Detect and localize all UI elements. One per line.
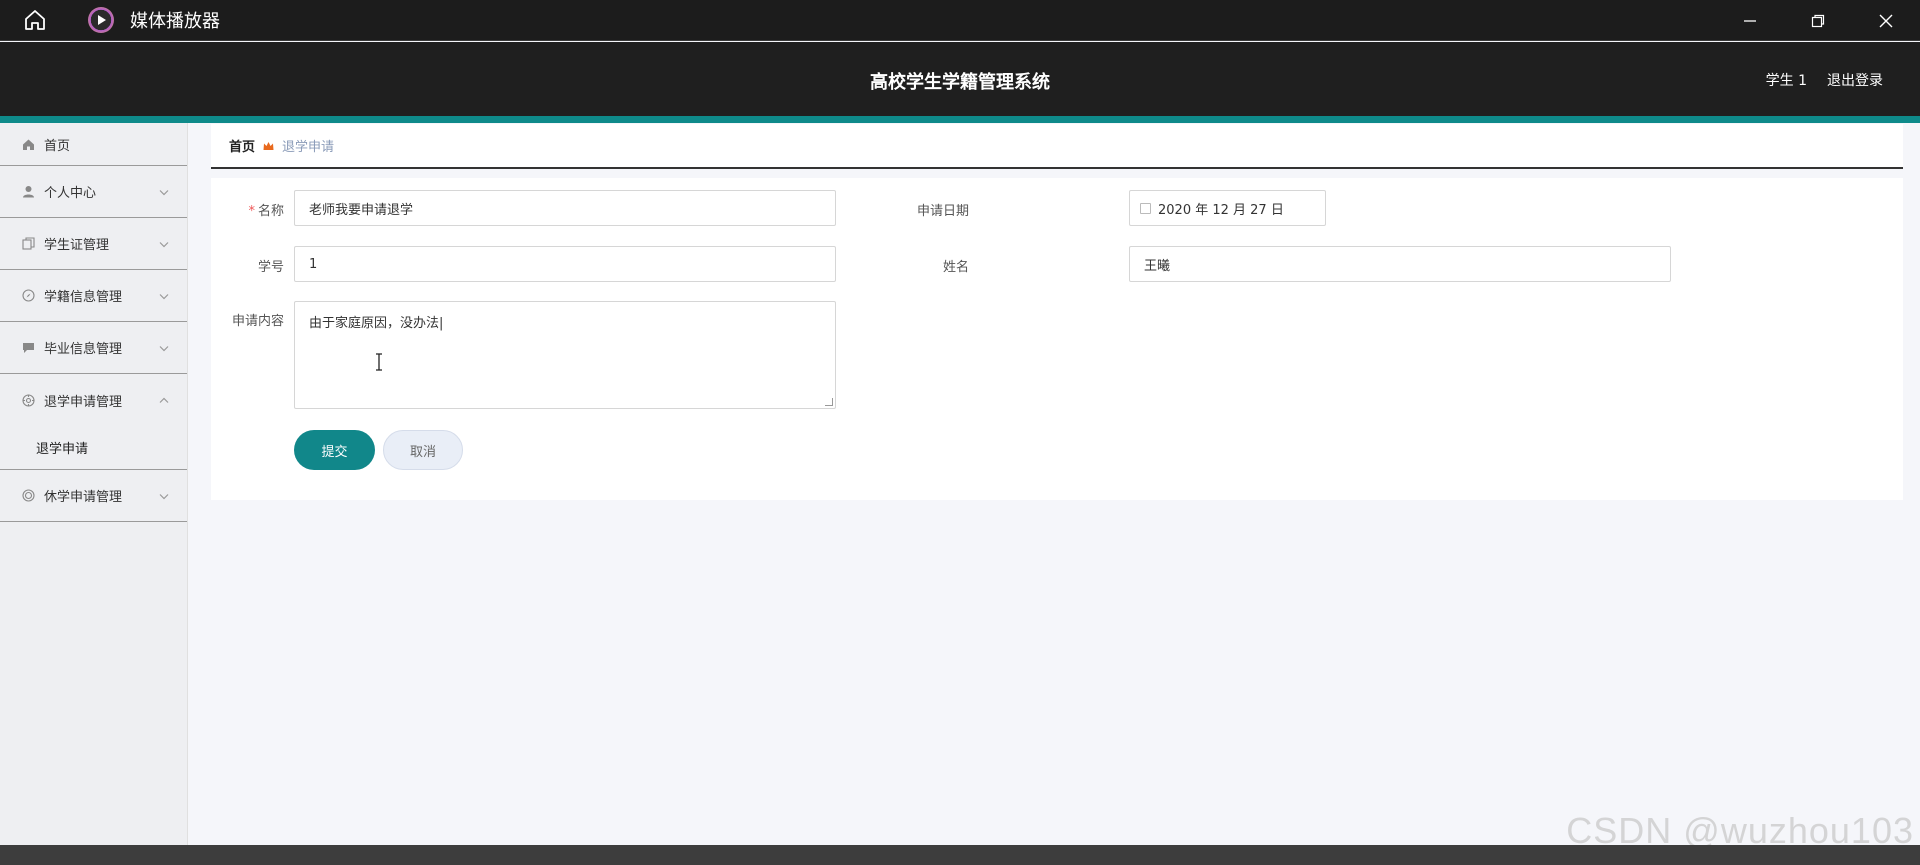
app-header: 高校学生学籍管理系统 学生 1 退出登录 [0, 42, 1920, 116]
sidebar-item-graduation[interactable]: 毕业信息管理 [0, 322, 187, 374]
logout-link[interactable]: 退出登录 [1827, 70, 1883, 90]
sidebar-item-label: 首页 [44, 138, 71, 154]
chevron-up-icon [159, 393, 169, 408]
close-icon [1879, 14, 1893, 27]
close-button[interactable] [1852, 0, 1920, 41]
sidebar-item-label: 毕业信息管理 [44, 342, 123, 357]
student-id-label: 学号 [257, 260, 284, 275]
copy-icon [22, 237, 35, 250]
minimize-icon [1744, 19, 1756, 22]
breadcrumb-home[interactable]: 首页 [229, 136, 255, 155]
sidebar-item-label: 个人中心 [44, 186, 97, 201]
system-title: 高校学生学籍管理系统 [870, 72, 1050, 93]
sidebar-item-label: 学籍信息管理 [44, 290, 123, 305]
restore-icon [1811, 14, 1825, 27]
sidebar-subitem-withdrawal[interactable]: 退学申请 [0, 426, 187, 470]
sidebar-item-enrollment[interactable]: 学籍信息管理 [0, 270, 187, 322]
compass-icon [22, 289, 35, 302]
home-button[interactable] [0, 0, 70, 41]
resize-handle[interactable] [825, 398, 833, 406]
cancel-button[interactable]: 取消 [383, 430, 463, 470]
target-icon [22, 393, 35, 407]
sidebar-item-student-card[interactable]: 学生证管理 [0, 218, 187, 270]
student-name-input[interactable]: 王曦 [1129, 246, 1671, 282]
chevron-down-icon [159, 236, 169, 251]
minimize-button[interactable] [1716, 0, 1784, 41]
submit-button[interactable]: 提交 [294, 430, 375, 470]
header-accent-line [0, 116, 1920, 123]
chevron-down-icon [159, 184, 169, 199]
breadcrumb-current: 退学申请 [282, 140, 335, 155]
circle-icon [22, 489, 35, 502]
current-user: 学生 1 [1765, 73, 1807, 89]
student-name-label: 姓名 [942, 260, 969, 275]
text-cursor-icon [376, 353, 382, 371]
breadcrumb: 首页 退学申请 [211, 124, 1903, 169]
player-bottom-bar [0, 845, 1920, 865]
sidebar-item-withdrawal-mgmt[interactable]: 退学申请管理 [0, 374, 187, 426]
chevron-down-icon [159, 340, 169, 355]
date-picker[interactable]: 2020 年 12 月 27 日 [1129, 190, 1326, 226]
sidebar-item-label: 学生证管理 [44, 238, 110, 253]
window-title: 媒体播放器 [130, 11, 220, 32]
chevron-down-icon [159, 488, 169, 503]
date-label: 申请日期 [916, 204, 969, 219]
sidebar-item-label: 退学申请管理 [44, 394, 123, 410]
chevron-down-icon [159, 288, 169, 303]
crown-icon [263, 141, 274, 151]
calendar-icon [1140, 202, 1151, 214]
content-text: 由于家庭原因，没办法| [309, 316, 444, 331]
withdrawal-form: * 名称 老师我要申请退学 申请日期 2020 年 12 月 27 日 学号 1 … [211, 178, 1903, 500]
date-value: 2020 年 12 月 27 日 [1158, 202, 1284, 218]
window-title-bar: 媒体播放器 [0, 0, 1920, 41]
content-label: 申请内容 [231, 314, 284, 329]
sidebar-item-personal[interactable]: 个人中心 [0, 166, 187, 218]
name-input[interactable]: 老师我要申请退学 [294, 190, 836, 226]
user-icon [22, 185, 35, 198]
media-player-logo-icon [88, 7, 114, 33]
restore-button[interactable] [1784, 0, 1852, 41]
sidebar-item-home[interactable]: 首页 [0, 123, 187, 166]
sidebar-item-label: 休学申请管理 [44, 490, 123, 505]
name-label: * 名称 [248, 204, 284, 219]
sidebar-item-suspension-mgmt[interactable]: 休学申请管理 [0, 470, 187, 522]
chat-icon [22, 341, 35, 354]
sidebar: 首页 个人中心 学生证管理 学籍信息管理 毕业信息管理 退学申请管理 退学申请 … [0, 123, 188, 845]
required-asterisk: * [248, 204, 255, 219]
home-icon [22, 138, 35, 151]
home-icon [25, 10, 45, 30]
student-id-input[interactable]: 1 [294, 246, 836, 282]
